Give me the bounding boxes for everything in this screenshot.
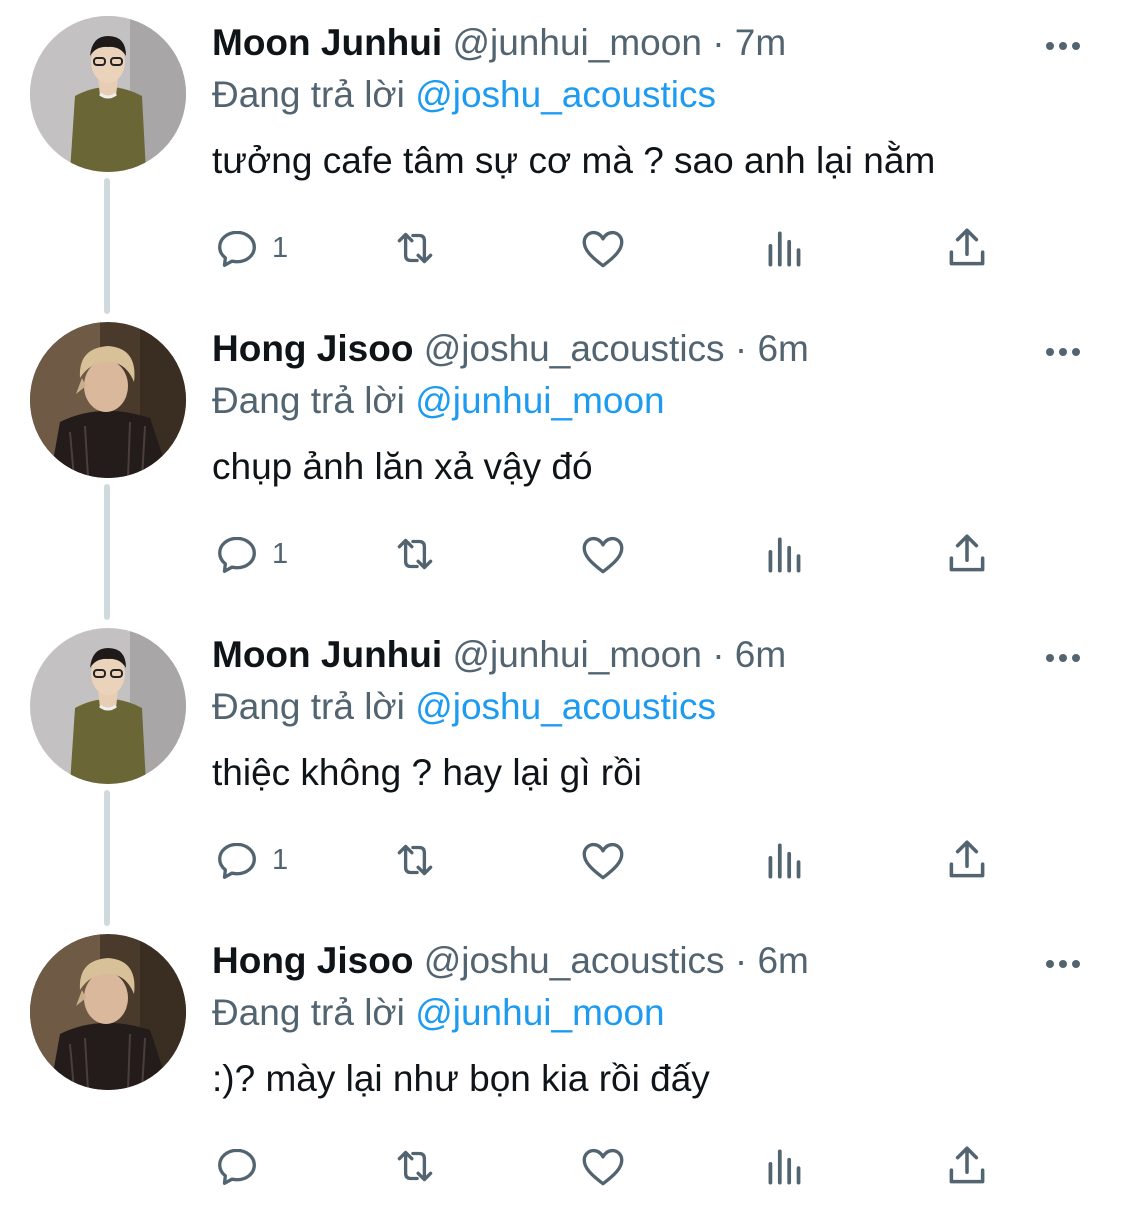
retweet-button[interactable] bbox=[390, 1136, 440, 1196]
reply-count: 1 bbox=[272, 231, 289, 264]
retweet-button[interactable] bbox=[390, 218, 440, 278]
tweet-header: Hong Jisoo @joshu_acoustics · 6m bbox=[212, 326, 809, 372]
retweet-icon bbox=[397, 232, 433, 264]
reply-icon bbox=[218, 230, 256, 267]
views-button[interactable] bbox=[760, 218, 810, 278]
reply-button[interactable]: 1 bbox=[212, 524, 288, 584]
more-icon[interactable] bbox=[1039, 944, 1087, 984]
avatar-jisoo-image bbox=[30, 322, 186, 478]
reply-count: 1 bbox=[272, 537, 289, 570]
timestamp[interactable]: 6m bbox=[735, 634, 786, 675]
avatar-jisoo-image bbox=[30, 934, 186, 1090]
separator: · bbox=[734, 328, 748, 369]
timestamp[interactable]: 7m bbox=[735, 22, 786, 63]
user-handle[interactable]: @junhui_moon bbox=[452, 634, 701, 675]
mention-link[interactable]: @junhui_moon bbox=[415, 380, 664, 421]
timestamp[interactable]: 6m bbox=[757, 328, 808, 369]
user-handle[interactable]: @junhui_moon bbox=[452, 22, 701, 63]
user-handle[interactable]: @joshu_acoustics bbox=[424, 328, 725, 369]
replying-prefix: Đang trả lời bbox=[212, 74, 405, 115]
share-button[interactable] bbox=[942, 524, 992, 584]
retweet-button[interactable] bbox=[390, 830, 440, 890]
views-button[interactable] bbox=[760, 524, 810, 584]
mention-link[interactable]: @junhui_moon bbox=[415, 992, 664, 1033]
reply-icon bbox=[218, 536, 256, 573]
reply-count: 1 bbox=[272, 843, 289, 876]
views-icon bbox=[768, 843, 801, 879]
display-name[interactable]: Moon Junhui bbox=[212, 22, 442, 63]
mention-link[interactable]: @joshu_acoustics bbox=[415, 686, 716, 727]
like-button[interactable] bbox=[578, 830, 628, 890]
reply-icon bbox=[218, 1148, 256, 1185]
retweet-icon bbox=[397, 1150, 433, 1182]
tweet[interactable]: Hong Jisoo @joshu_acoustics · 6m Đang tr… bbox=[0, 918, 1125, 1206]
separator: · bbox=[712, 634, 725, 675]
avatar-junhui-image bbox=[30, 628, 186, 784]
replying-to: Đang trả lời @joshu_acoustics bbox=[212, 684, 716, 730]
action-bar: 1 bbox=[212, 524, 1012, 584]
tweet[interactable]: Moon Junhui @junhui_moon · 7m Đang trả l… bbox=[0, 0, 1125, 306]
share-icon bbox=[949, 534, 985, 572]
tweet-text: tưởng cafe tâm sự cơ mà ? sao anh lại nằ… bbox=[212, 140, 936, 181]
views-icon bbox=[768, 1149, 801, 1185]
like-button[interactable] bbox=[578, 524, 628, 584]
like-icon bbox=[582, 230, 624, 268]
timestamp[interactable]: 6m bbox=[757, 940, 808, 981]
views-button[interactable] bbox=[760, 1136, 810, 1196]
share-button[interactable] bbox=[942, 1136, 992, 1196]
display-name[interactable]: Hong Jisoo bbox=[212, 940, 413, 981]
reply-button[interactable] bbox=[212, 1136, 272, 1196]
action-bar: 1 bbox=[212, 830, 1012, 890]
replying-to: Đang trả lời @junhui_moon bbox=[212, 378, 665, 424]
separator: · bbox=[734, 940, 748, 981]
retweet-icon bbox=[397, 538, 433, 570]
tweet-header: Moon Junhui @junhui_moon · 6m bbox=[212, 632, 786, 678]
tweet-text: :)? mày lại như bọn kia rồi đấy bbox=[212, 1058, 710, 1099]
like-button[interactable] bbox=[578, 218, 628, 278]
like-icon bbox=[582, 842, 624, 880]
like-icon bbox=[582, 536, 624, 574]
avatar[interactable] bbox=[30, 16, 186, 172]
reply-button[interactable]: 1 bbox=[212, 830, 288, 890]
tweet-header: Moon Junhui @junhui_moon · 7m bbox=[212, 20, 786, 66]
more-icon[interactable] bbox=[1039, 26, 1087, 66]
avatar[interactable] bbox=[30, 322, 186, 478]
tweet-text: thiệc không ? hay lại gì rồi bbox=[212, 752, 642, 793]
views-icon bbox=[768, 231, 801, 267]
tweet[interactable]: Hong Jisoo @joshu_acoustics · 6m Đang tr… bbox=[0, 306, 1125, 612]
separator: · bbox=[712, 22, 725, 63]
avatar[interactable] bbox=[30, 628, 186, 784]
retweet-icon bbox=[397, 844, 433, 876]
reply-icon bbox=[218, 842, 256, 879]
user-handle[interactable]: @joshu_acoustics bbox=[424, 940, 725, 981]
avatar[interactable] bbox=[30, 934, 186, 1090]
views-button[interactable] bbox=[760, 830, 810, 890]
replying-to: Đang trả lời @junhui_moon bbox=[212, 990, 665, 1036]
display-name[interactable]: Hong Jisoo bbox=[212, 328, 413, 369]
reply-button[interactable]: 1 bbox=[212, 218, 288, 278]
replying-to: Đang trả lời @joshu_acoustics bbox=[212, 72, 716, 118]
tweet-header: Hong Jisoo @joshu_acoustics · 6m bbox=[212, 938, 809, 984]
like-icon bbox=[582, 1148, 624, 1186]
mention-link[interactable]: @joshu_acoustics bbox=[415, 74, 716, 115]
display-name[interactable]: Moon Junhui bbox=[212, 634, 442, 675]
share-button[interactable] bbox=[942, 218, 992, 278]
avatar-junhui-image bbox=[30, 16, 186, 172]
replying-prefix: Đang trả lời bbox=[212, 380, 405, 421]
more-icon[interactable] bbox=[1039, 332, 1087, 372]
share-button[interactable] bbox=[942, 830, 992, 890]
share-icon bbox=[949, 228, 985, 266]
replying-prefix: Đang trả lời bbox=[212, 992, 405, 1033]
views-icon bbox=[768, 537, 801, 573]
share-icon bbox=[949, 1146, 985, 1184]
tweet[interactable]: Moon Junhui @junhui_moon · 6m Đang trả l… bbox=[0, 612, 1125, 918]
share-icon bbox=[949, 840, 985, 878]
action-bar bbox=[212, 1136, 1012, 1196]
like-button[interactable] bbox=[578, 1136, 628, 1196]
retweet-button[interactable] bbox=[390, 524, 440, 584]
tweet-text: chụp ảnh lăn xả vậy đó bbox=[212, 446, 593, 487]
replying-prefix: Đang trả lời bbox=[212, 686, 405, 727]
more-icon[interactable] bbox=[1039, 638, 1087, 678]
action-bar: 1 bbox=[212, 218, 1012, 278]
